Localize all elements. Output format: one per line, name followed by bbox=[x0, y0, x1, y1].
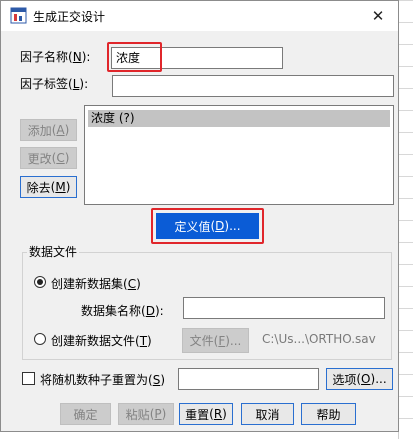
dialog-title: 生成正交设计 bbox=[33, 10, 106, 24]
define-values-button[interactable]: 定义值(D)... bbox=[156, 213, 259, 239]
file-button[interactable]: 文件(F)... bbox=[182, 328, 249, 353]
new-datafile-label: 创建新数据文件(T) bbox=[51, 334, 152, 348]
factor-listbox[interactable]: 浓度 (?) bbox=[84, 105, 394, 205]
new-dataset-label: 创建新数据集(C) bbox=[51, 277, 141, 291]
seed-input[interactable] bbox=[178, 368, 319, 390]
dataset-name-label: 数据集名称(D): bbox=[81, 304, 164, 318]
add-button[interactable]: 添加(A) bbox=[20, 119, 77, 141]
options-button[interactable]: 选项(O)... bbox=[326, 368, 393, 390]
title-bar: 生成正交设计 ✕ bbox=[1, 1, 398, 31]
reset-button[interactable]: 重置(R) bbox=[179, 403, 233, 425]
close-button[interactable]: ✕ bbox=[363, 3, 393, 29]
factor-name-label: 因子名称(N): bbox=[20, 50, 91, 64]
file-path-text: C:\Us...\ORTHO.sav bbox=[262, 332, 376, 346]
paste-button[interactable]: 粘贴(P) bbox=[118, 403, 174, 425]
new-datafile-radio[interactable] bbox=[34, 333, 46, 345]
list-item[interactable]: 浓度 (?) bbox=[88, 110, 390, 127]
remove-button[interactable]: 除去(M) bbox=[20, 176, 77, 198]
background-spreadsheet bbox=[398, 0, 413, 439]
cancel-button[interactable]: 取消 bbox=[241, 403, 294, 425]
ok-button[interactable]: 确定 bbox=[60, 403, 111, 425]
close-icon: ✕ bbox=[371, 7, 385, 25]
factor-tag-input[interactable] bbox=[112, 75, 394, 97]
change-button[interactable]: 更改(C) bbox=[20, 147, 77, 169]
seed-reset-checkbox[interactable] bbox=[22, 372, 35, 385]
new-dataset-radio[interactable] bbox=[34, 276, 46, 288]
dataset-name-input[interactable] bbox=[183, 297, 385, 319]
seed-reset-label: 将随机数种子重置为(S) bbox=[40, 373, 166, 387]
help-button[interactable]: 帮助 bbox=[301, 403, 356, 425]
data-file-group-title: 数据文件 bbox=[27, 243, 80, 260]
orthogonal-design-dialog: 生成正交设计 ✕ 因子名称(N): 浓度 因子标签(L): 添加(A) 更改(C… bbox=[0, 0, 399, 432]
factor-tag-label: 因子标签(L): bbox=[20, 77, 89, 91]
factor-name-input[interactable]: 浓度 bbox=[111, 47, 283, 69]
app-icon bbox=[10, 7, 27, 24]
